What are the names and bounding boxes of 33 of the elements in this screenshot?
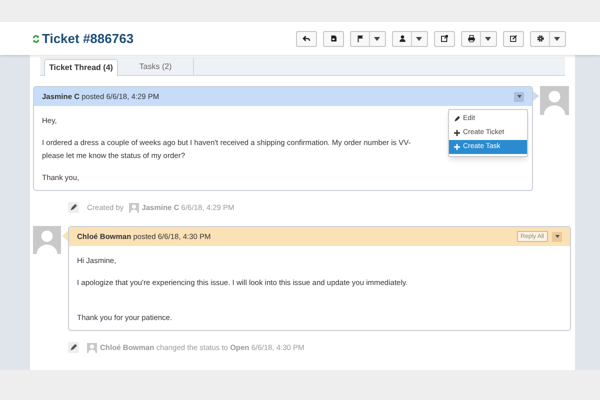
caret-icon [554, 235, 560, 238]
caret-button[interactable] [552, 232, 562, 242]
gear-button[interactable] [530, 30, 566, 46]
avatar [33, 226, 61, 254]
pencil-icon [454, 116, 460, 122]
settings-icon [536, 34, 545, 43]
tab[interactable]: Tasks (2) [118, 58, 194, 75]
save-button[interactable] [323, 30, 344, 46]
flag-icon [356, 34, 365, 43]
user-icon [398, 34, 407, 43]
caret-icon [516, 95, 522, 98]
avatar [540, 86, 569, 115]
plus-icon [454, 130, 460, 136]
avatar [128, 202, 139, 212]
reply-icon [302, 34, 311, 43]
flag-button[interactable] [350, 30, 386, 46]
ticket-title: Ticket #886763 [42, 30, 134, 48]
share-button[interactable] [434, 30, 455, 46]
tab[interactable]: Ticket Thread (4) [44, 59, 118, 76]
share-icon [440, 34, 449, 43]
print-button[interactable] [461, 30, 497, 46]
save-icon [329, 34, 338, 43]
edit-icon [509, 34, 518, 43]
avatar [87, 342, 97, 352]
pencil-icon [68, 202, 79, 213]
plus-icon [454, 144, 460, 150]
caret-button[interactable] [514, 92, 524, 102]
user-button[interactable] [392, 30, 428, 46]
print-icon [467, 34, 476, 43]
edit-button[interactable] [503, 30, 524, 46]
reply-button[interactable] [296, 30, 317, 46]
pencil-icon [68, 342, 79, 353]
refresh-icon [32, 34, 40, 42]
